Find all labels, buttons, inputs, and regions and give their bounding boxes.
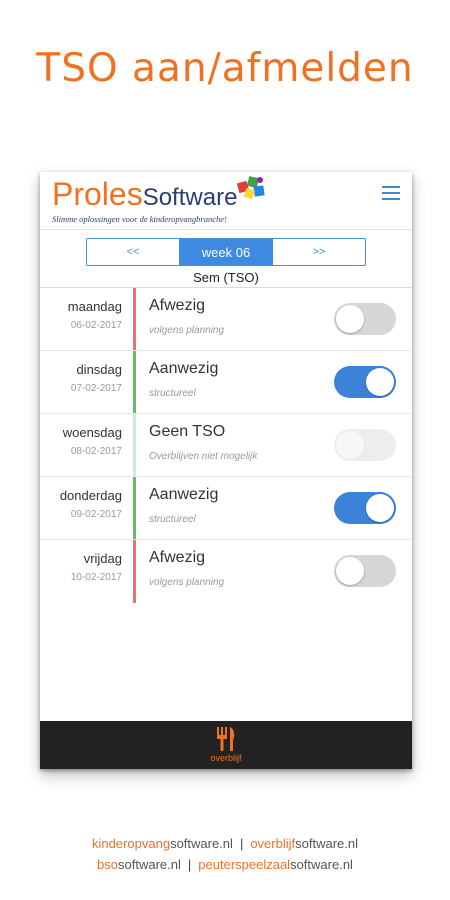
footer-separator: | [239,836,244,851]
footer-link-kinderopvang[interactable]: kinderopvangsoftware.nl [92,836,233,851]
footer-link-bso[interactable]: bsosoftware.nl [97,857,181,872]
toggle-knob [366,368,394,396]
logo-secondary: Software [142,184,238,211]
day-name: donderdag [59,488,122,503]
toggle-knob [336,305,364,333]
day-date: 06-02-2017 [70,320,122,331]
headline: TSO aan/afmelden [36,46,414,91]
tab-overblijf-label: overblijf [210,753,242,763]
footer-links-line-1: kinderopvangsoftware.nl | overblijfsoftwar… [0,836,450,851]
status-label: Geen TSO [149,423,226,440]
child-name: Sem (TSO) [193,270,259,285]
status-bar [133,477,136,540]
toggle-knob [336,557,364,585]
bottom-nav: overblijf [40,721,412,769]
status-reason: structureel [149,514,196,525]
app-header: ProlesSoftware Slimme oplossingen voor d… [40,172,412,230]
footer-links-line-2: bsosoftware.nl | peuterspeelzaalsoftware.n… [0,857,450,872]
attendance-toggle[interactable] [334,492,396,524]
status-reason: volgens planning [149,577,225,588]
day-row-vrijdag: vrijdag 10-02-2017 Afwezig volgens planni… [40,539,412,603]
footer-separator: | [187,857,192,872]
attendance-toggle[interactable] [334,555,396,587]
status-bar [133,414,136,477]
day-row-woensdag: woensdag 08-02-2017 Geen TSO Overblijven … [40,413,412,477]
prev-week-button[interactable]: << [87,239,179,265]
next-week-button[interactable]: >> [273,239,365,265]
day-date: 07-02-2017 [70,383,122,394]
week-navigator: << week 06 >> [86,238,366,266]
status-reason: structureel [149,388,196,399]
logo-tagline: Slimme oplossingen voor de kinderopvangb… [52,214,227,224]
hamburger-menu-icon[interactable] [382,186,400,200]
footer-link-overblijf[interactable]: overblijfsoftware.nl [250,836,358,851]
logo-primary: Proles [52,176,143,212]
toggle-knob [336,431,364,459]
status-reason: volgens planning [149,325,225,336]
proles-logo: ProlesSoftware Slimme oplossingen voor d… [52,176,237,224]
status-bar [133,288,136,351]
puzzle-logo-icon [236,176,265,200]
day-list: maandag 06-02-2017 Afwezig volgens planni… [40,287,412,603]
day-name: woensdag [62,425,122,440]
attendance-toggle[interactable] [334,366,396,398]
day-name: dinsdag [76,362,122,377]
footer-link-peuterspeelzaal[interactable]: peuterspeelzaalsoftware.nl [198,857,353,872]
day-name: maandag [67,299,122,314]
day-row-maandag: maandag 06-02-2017 Afwezig volgens planni… [40,287,412,351]
status-label: Aanwezig [149,360,219,377]
attendance-toggle [334,429,396,461]
fork-knife-icon [217,727,235,751]
tab-overblijf[interactable]: overblijf [40,726,412,763]
day-name: vrijdag [83,551,122,566]
day-row-donderdag: donderdag 09-02-2017 Aanwezig structureel [40,476,412,540]
phone-screen: ProlesSoftware Slimme oplossingen voor d… [40,172,412,769]
status-reason: Overblijven niet mogelijk [149,451,258,462]
status-bar [133,351,136,414]
toggle-knob [366,494,394,522]
status-label: Aanwezig [149,486,219,503]
day-row-dinsdag: dinsdag 07-02-2017 Aanwezig structureel [40,350,412,414]
current-week-label: week 06 [179,239,273,265]
status-label: Afwezig [149,549,206,566]
status-bar [133,540,136,603]
attendance-toggle[interactable] [334,303,396,335]
day-date: 10-02-2017 [70,572,122,583]
day-date: 09-02-2017 [70,509,122,520]
day-date: 08-02-2017 [70,446,122,457]
status-label: Afwezig [149,297,206,314]
